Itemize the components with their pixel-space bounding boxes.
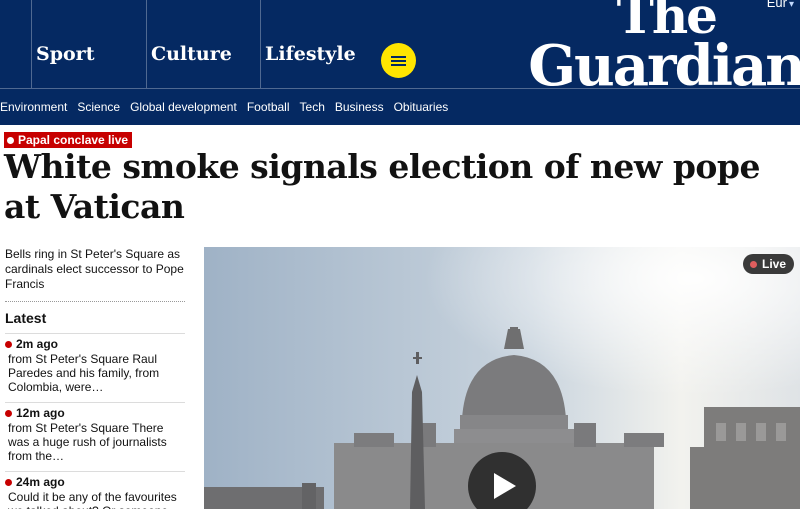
section-subnav: Environment Science Global development F… [0,88,800,125]
article-standfirst: Bells ring in St Peter's Square as cardi… [5,247,185,302]
nav-pillar-sport[interactable]: Sport [31,0,146,88]
nav-pillar-label: Lifestyle [265,43,356,65]
live-kicker-badge[interactable]: Papal conclave live [4,132,133,148]
latest-item-text: from St Peter's Square There was a huge … [8,421,167,463]
live-dot-icon [7,136,14,144]
subnav-link-football[interactable]: Football [247,100,290,114]
live-dot-icon [5,478,12,486]
kicker-label: Papal conclave live [18,133,129,147]
nav-pillar-label: Culture [151,43,232,65]
nav-pillar-label: Sport [36,43,95,65]
live-dot-icon [5,409,12,417]
live-badge-label: Live [761,257,786,271]
live-video-player[interactable]: Live [204,247,800,509]
nav-pillar-lifestyle[interactable]: Lifestyle [260,0,375,88]
site-logo[interactable]: The Guardian [514,0,800,99]
latest-item-time: 24m ago [16,475,65,489]
menu-button[interactable] [381,43,416,78]
subnav-link-tech[interactable]: Tech [300,100,325,114]
latest-heading: Latest [5,310,47,326]
subnav-link-business[interactable]: Business [335,100,384,114]
latest-item-time: 12m ago [16,406,65,420]
subnav-link-obituaries[interactable]: Obituaries [394,100,449,114]
live-badge: Live [742,254,794,274]
subnav-link-environment[interactable]: Environment [0,100,67,114]
latest-item-time: 2m ago [16,337,59,351]
subnav-link-science[interactable]: Science [77,100,120,114]
latest-item-text: from St Peter's Square Raul Paredes and … [8,352,160,394]
latest-item[interactable]: 2m ago from St Peter's Square Raul Pared… [5,333,185,394]
live-dot-icon [5,340,12,348]
latest-item[interactable]: 24m ago Could it be any of the favourite… [5,471,185,509]
article-headline[interactable]: White smoke signals election of new pope… [4,147,764,227]
nav-pillar-culture[interactable]: Culture [146,0,260,88]
logo-line-2: Guardian [528,32,800,99]
latest-item[interactable]: 12m ago from St Peter's Square There was… [5,402,185,463]
play-icon [494,473,516,499]
hamburger-icon [391,55,406,66]
latest-item-text: Could it be any of the favourites we tal… [8,490,180,509]
site-header: Eur ▾ Sport Culture Lifestyle The Guardia… [0,0,800,125]
live-dot-icon [749,260,757,268]
subnav-link-global-development[interactable]: Global development [130,100,237,114]
